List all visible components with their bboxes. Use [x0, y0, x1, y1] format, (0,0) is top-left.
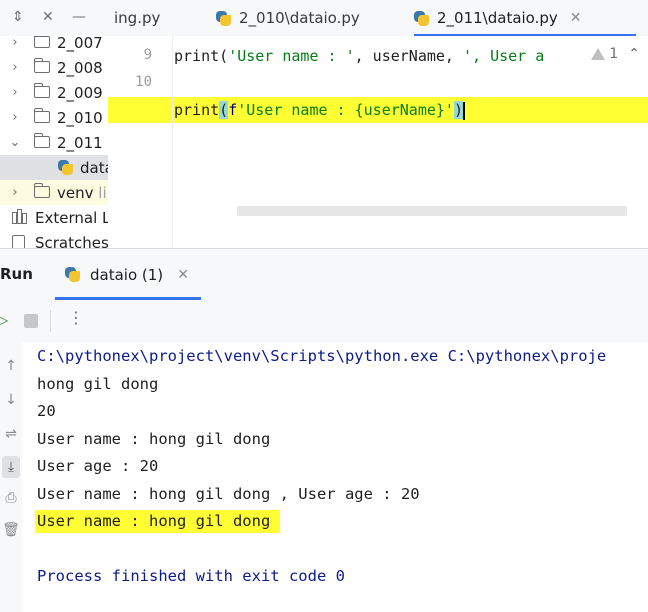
- folder-icon: [33, 83, 50, 98]
- python-file-icon: [414, 10, 429, 26]
- run-tab-dataio[interactable]: dataio (1) ✕: [55, 249, 201, 300]
- soft-wrap-icon[interactable]: ⇌: [2, 426, 20, 442]
- venv-suffix: li: [98, 183, 107, 202]
- close-tab-icon[interactable]: ✕: [570, 10, 582, 26]
- tab-ing-py[interactable]: ing.py: [114, 0, 160, 36]
- inspection-widget[interactable]: 1 ⌃: [587, 46, 640, 62]
- tree-item-2-009[interactable]: › 2_009: [0, 80, 108, 105]
- tab-label: 2_010\dataio.py: [239, 9, 360, 27]
- string-token: 'User name : ': [228, 47, 355, 65]
- tree-item-label: 2_008: [57, 58, 103, 77]
- folder-icon: [33, 108, 50, 123]
- tree-item-2-008[interactable]: › 2_008: [0, 55, 108, 80]
- tree-item-2-007[interactable]: › 2_007: [0, 36, 108, 55]
- warning-count: 1: [609, 46, 619, 62]
- tab-2-010-dataio[interactable]: 2_010\dataio.py: [216, 0, 360, 36]
- console-line: User age : 20: [37, 457, 159, 475]
- tree-item-label: 2_010: [57, 108, 103, 127]
- chevron-up-icon[interactable]: ⌃: [628, 46, 640, 62]
- tree-item-2-011[interactable]: ⌄ 2_011: [0, 130, 108, 155]
- tab-2-011-dataio[interactable]: 2_011\dataio.py ✕: [414, 0, 636, 37]
- run-toolbar: ▷ ⋮: [0, 300, 648, 342]
- print-icon[interactable]: ⎙: [2, 490, 20, 506]
- stop-icon[interactable]: [24, 314, 38, 328]
- chevron-right-icon[interactable]: ›: [8, 185, 22, 200]
- fstring-prefix: f: [228, 101, 238, 119]
- text-caret: [463, 101, 465, 120]
- tree-item-label: venv li: [57, 184, 107, 202]
- library-icon: [12, 209, 27, 224]
- folder-icon: [33, 36, 50, 48]
- venv-label: venv: [57, 183, 94, 202]
- console-line: User name : hong gil dong: [37, 430, 271, 448]
- close-tab-icon[interactable]: ✕: [177, 267, 189, 283]
- rerun-icon[interactable]: ▷: [0, 310, 8, 329]
- console-line: hong gil dong: [37, 375, 159, 393]
- code-line-11: print(f'User name : {userName}'): [173, 97, 465, 123]
- run-tool-window-header: Run dataio (1) ✕: [0, 248, 648, 301]
- tree-item-label: 2_009: [57, 83, 103, 102]
- chevron-right-icon[interactable]: ›: [8, 60, 22, 75]
- console-side-toolbar: ↑ ↓ ⇌ ⤓ ⎙ 🗑: [0, 342, 22, 612]
- tree-item-label: External L: [35, 208, 108, 227]
- folder-icon: [33, 183, 50, 198]
- tree-item-label: 2_011: [57, 133, 103, 152]
- run-tab-label: dataio (1): [90, 265, 164, 284]
- tree-item-label: Scratches: [35, 233, 108, 249]
- tree-item-label: 2_007: [57, 36, 103, 52]
- string-token: ', User a: [463, 47, 545, 65]
- code-token: print(: [174, 47, 229, 65]
- minimize-icon[interactable]: —: [72, 8, 86, 26]
- more-options-icon[interactable]: ⋮: [68, 308, 84, 327]
- project-tree: › 2_007 › 2_008 › 2_009 › 2_010 ⌄ 2_011 …: [0, 36, 108, 248]
- chevron-right-icon[interactable]: ›: [8, 110, 22, 125]
- editor-tab-bar: ⇕ ✕ — ing.py 2_010\dataio.py 2_011\datai…: [0, 0, 648, 37]
- tree-item-label: datai: [80, 158, 108, 177]
- tree-item-venv[interactable]: › venv li: [0, 180, 108, 205]
- code-token: print: [174, 101, 220, 119]
- matched-brace: (: [219, 101, 229, 119]
- console-line: C:\pythonex\project\venv\Scripts\python.…: [37, 347, 607, 365]
- warning-icon: [591, 48, 606, 60]
- process-finished-line: Process finished with exit code 0: [37, 567, 345, 585]
- code-token: , userName,: [354, 47, 463, 65]
- tab-label: 2_011\dataio.py: [437, 9, 558, 27]
- console-output[interactable]: C:\pythonex\project\venv\Scripts\python.…: [22, 342, 648, 612]
- run-window-title: Run: [0, 265, 33, 283]
- tab-label: ing.py: [114, 9, 161, 27]
- console-line: 20: [37, 402, 56, 420]
- chevron-right-icon[interactable]: ›: [8, 85, 22, 100]
- scroll-to-end-icon[interactable]: ⤓: [2, 456, 20, 478]
- console-line: User name : hong gil dong , User age : 2…: [37, 485, 420, 503]
- line-number-gutter: 9 10 11: [108, 36, 172, 248]
- tree-item-dataio[interactable]: datai: [0, 155, 108, 180]
- toolbar-separator: [50, 310, 51, 332]
- tree-item-2-010[interactable]: › 2_010: [0, 105, 108, 130]
- tree-item-scratches[interactable]: Scratches: [0, 230, 108, 248]
- horizontal-scrollbar[interactable]: [237, 206, 627, 216]
- folder-icon: [33, 133, 50, 148]
- code-line-9: print('User name : ', userName, ', User …: [173, 43, 544, 69]
- line-number: 10: [135, 74, 152, 90]
- code-area[interactable]: print('User name : ', userName, ', User …: [172, 36, 648, 248]
- collapse-all-icon[interactable]: ⇕: [12, 8, 24, 26]
- matched-brace: ): [453, 101, 463, 119]
- tree-item-external-libraries[interactable]: External L: [0, 205, 108, 230]
- python-file-icon: [65, 267, 80, 282]
- close-icon[interactable]: ✕: [42, 8, 54, 26]
- scratches-icon: [12, 235, 25, 248]
- line-number: 9: [143, 47, 152, 63]
- arrow-up-icon[interactable]: ↑: [2, 358, 20, 374]
- string-token: 'User name : {userName}': [237, 101, 454, 119]
- arrow-down-icon[interactable]: ↓: [2, 392, 20, 408]
- python-file-icon: [216, 10, 231, 26]
- console-line-highlighted: User name : hong gil dong: [35, 510, 281, 533]
- code-editor[interactable]: 9 10 11 print('User name : ', userName, …: [108, 36, 648, 248]
- chevron-down-icon[interactable]: ⌄: [8, 135, 22, 150]
- folder-icon: [33, 58, 50, 73]
- trash-icon[interactable]: 🗑: [2, 522, 20, 538]
- chevron-right-icon[interactable]: ›: [8, 36, 22, 50]
- python-file-icon: [58, 160, 73, 175]
